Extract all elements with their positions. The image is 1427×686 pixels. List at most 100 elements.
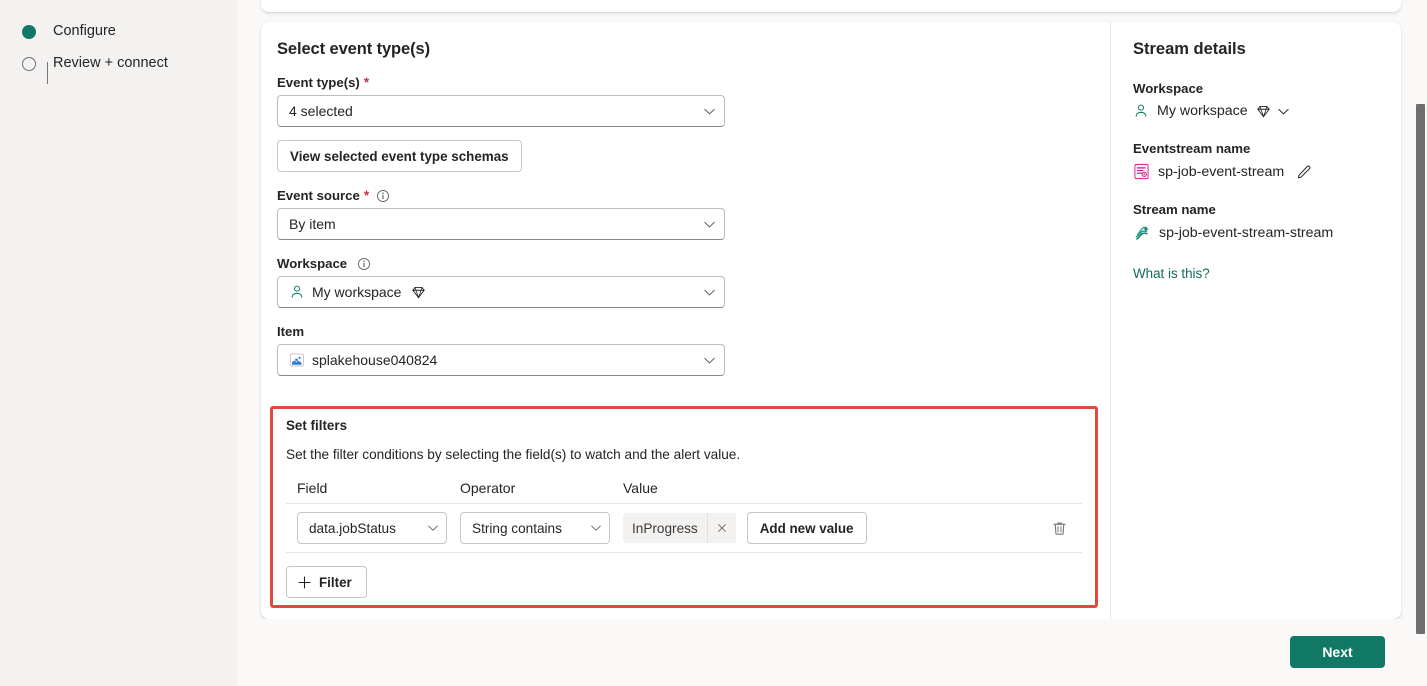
set-filters-description: Set the filter conditions by selecting t… — [286, 447, 741, 462]
item-select[interactable]: splakehouse040824 — [277, 344, 725, 376]
chevron-down-icon — [703, 286, 716, 299]
filter-value-chip: InProgress — [623, 513, 736, 543]
info-icon[interactable] — [357, 257, 371, 271]
view-schemas-wrapper: View selected event type schemas — [277, 140, 1084, 172]
event-type-form: Select event type(s) Event type(s) * 4 s… — [261, 22, 1110, 619]
chevron-down-icon[interactable] — [1277, 105, 1290, 118]
detail-workspace: Workspace My workspace — [1123, 81, 1401, 119]
detail-stream-name: Stream name sp-job-event-stream-stream — [1123, 202, 1401, 242]
field-label-text: Workspace — [277, 256, 348, 271]
add-filter-button[interactable]: Filter — [286, 566, 367, 598]
close-icon[interactable] — [708, 513, 736, 543]
wizard-step-label: Configure — [53, 23, 116, 39]
filter-operator-cell: String contains — [449, 512, 612, 544]
plus-icon — [297, 575, 312, 590]
filter-operator-select[interactable]: String contains — [460, 512, 610, 544]
person-icon — [289, 284, 305, 300]
workspace-name: My workspace — [312, 284, 402, 300]
column-header-value: Value — [623, 480, 658, 496]
trash-icon — [1051, 520, 1068, 537]
add-new-value-button[interactable]: Add new value — [746, 512, 867, 544]
chevron-down-icon — [703, 105, 716, 118]
filter-operator-value: String contains — [472, 520, 562, 536]
add-filter-row: Filter — [286, 553, 1082, 598]
page-title: Select event type(s) — [277, 40, 430, 58]
filter-value-text: InProgress — [623, 513, 708, 543]
field-label: Event source * — [277, 188, 1084, 203]
scrollbar-thumb[interactable] — [1416, 104, 1425, 634]
field-label: Event type(s) * — [277, 75, 1084, 90]
page-scrollbar[interactable] — [1413, 0, 1427, 686]
stream-details-panel: Stream details Workspace My workspace Ev… — [1111, 22, 1401, 619]
what-is-this-link[interactable]: What is this? — [1123, 266, 1401, 281]
chevron-down-icon — [703, 218, 716, 231]
chevron-down-icon — [590, 522, 602, 534]
wizard-step-review-connect[interactable]: Review + connect — [19, 52, 168, 84]
filter-field-value: data.jobStatus — [309, 520, 396, 536]
workspace-select[interactable]: My workspace — [277, 276, 725, 308]
detail-value-row: sp-job-event-stream-stream — [1133, 224, 1401, 242]
wizard-step-configure[interactable]: Configure — [19, 20, 168, 52]
info-icon[interactable] — [376, 189, 390, 203]
field-event-types: Event type(s) * 4 selected — [277, 75, 1084, 127]
filters-table-header: Field Operator Value — [286, 480, 1082, 503]
hollow-dot-icon — [19, 52, 39, 76]
wizard-step-label: Review + connect — [53, 55, 168, 71]
eventstream-icon — [1133, 163, 1150, 180]
detail-stream-value: sp-job-event-stream-stream — [1159, 225, 1334, 241]
configure-card: Select event type(s) Event type(s) * 4 s… — [261, 22, 1401, 619]
filters-table: Field Operator Value data.jobStatus Stri… — [286, 480, 1082, 598]
field-label: Item — [277, 324, 1084, 339]
field-item: Item splakehouse040824 — [277, 324, 1084, 376]
detail-eventstream-value: sp-job-event-stream — [1158, 163, 1285, 180]
select-value-group: My workspace — [289, 284, 697, 300]
filter-value-cell: InProgress Add new value — [612, 512, 1082, 544]
required-asterisk: * — [363, 188, 370, 203]
previous-card-partial — [261, 0, 1401, 12]
event-source-select[interactable]: By item — [277, 208, 725, 240]
detail-label: Stream name — [1133, 202, 1216, 217]
eventstream-configure-page: Configure Review + connect Select event … — [0, 0, 1427, 686]
field-label-text: Event type(s) — [277, 75, 360, 90]
item-name: splakehouse040824 — [312, 352, 438, 368]
detail-eventstream-name: Eventstream name sp-job-event-stream — [1123, 141, 1401, 180]
event-types-select[interactable]: 4 selected — [277, 95, 725, 127]
lakehouse-icon — [289, 352, 305, 368]
delete-filter-row[interactable] — [1051, 520, 1082, 537]
diamond-icon — [1256, 104, 1271, 119]
column-header-operator: Operator — [460, 480, 516, 496]
field-workspace: Workspace My workspace — [277, 256, 1084, 308]
select-value: By item — [289, 216, 336, 232]
detail-value-row: sp-job-event-stream — [1133, 163, 1401, 180]
field-label-text: Item — [277, 324, 305, 339]
set-filters-title: Set filters — [286, 418, 348, 433]
select-value-group: splakehouse040824 — [289, 352, 697, 368]
person-icon — [1133, 103, 1149, 119]
wizard-steps-rail: Configure Review + connect — [0, 0, 237, 686]
set-filters-panel: Set filters Set the filter conditions by… — [270, 406, 1098, 608]
required-asterisk: * — [363, 75, 370, 90]
stream-icon — [1133, 224, 1151, 242]
view-selected-event-type-schemas-button[interactable]: View selected event type schemas — [277, 140, 522, 172]
diamond-icon — [411, 285, 426, 300]
field-label: Workspace — [277, 256, 1084, 271]
next-button[interactable]: Next — [1290, 636, 1385, 668]
filled-dot-icon — [19, 20, 39, 44]
chevron-down-icon — [427, 522, 439, 534]
column-header-field: Field — [297, 480, 328, 496]
wizard-steps: Configure Review + connect — [19, 20, 168, 84]
footer-bar: Next — [237, 619, 1427, 686]
field-event-source: Event source * By item — [277, 188, 1084, 240]
add-filter-label: Filter — [319, 574, 352, 590]
filter-field-cell: data.jobStatus — [286, 512, 449, 544]
filter-field-select[interactable]: data.jobStatus — [297, 512, 447, 544]
detail-label: Workspace — [1133, 81, 1204, 96]
table-row: data.jobStatus String contains InProgres… — [286, 503, 1082, 553]
detail-value-row[interactable]: My workspace — [1133, 103, 1401, 119]
detail-workspace-name: My workspace — [1157, 103, 1248, 119]
pencil-icon[interactable] — [1296, 164, 1312, 180]
detail-label: Eventstream name — [1133, 141, 1251, 156]
chevron-down-icon — [703, 354, 716, 367]
field-label-text: Event source — [277, 188, 360, 203]
stream-details-title: Stream details — [1133, 40, 1246, 58]
